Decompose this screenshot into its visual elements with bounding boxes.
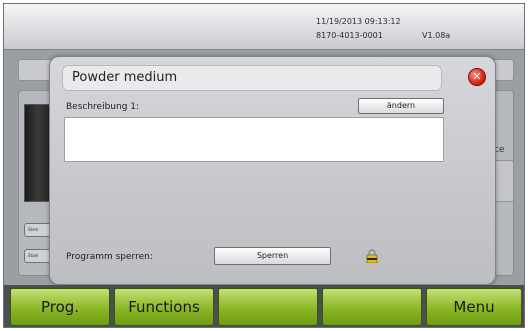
bottom-menu-bar: Prog. Functions Menu xyxy=(4,285,524,327)
description-field[interactable] xyxy=(64,117,444,162)
menu-button[interactable]: Menu xyxy=(426,288,522,326)
functions-button[interactable]: Functions xyxy=(114,288,214,326)
description-label: Beschreibung 1: xyxy=(66,102,140,112)
lock-program-label: Programm sperren: xyxy=(66,252,153,262)
program-dialog: Powder medium ✕ Beschreibung 1: ändern P… xyxy=(49,56,496,285)
device-id: 8170-4013-0001 xyxy=(316,31,383,40)
change-description-button[interactable]: ändern xyxy=(358,98,444,114)
empty-softkey-2[interactable] xyxy=(322,288,422,326)
hmi-screen: 11/19/2013 09:13:12 8170-4013-0001 V1.08… xyxy=(3,3,525,328)
version-label: V1.08a xyxy=(422,31,451,40)
prog-button[interactable]: Prog. xyxy=(10,288,110,326)
close-icon[interactable]: ✕ xyxy=(468,68,486,86)
status-header: 11/19/2013 09:13:12 8170-4013-0001 V1.08… xyxy=(4,4,524,50)
datetime-display: 11/19/2013 09:13:12 xyxy=(316,17,401,26)
padlock-icon xyxy=(366,249,378,263)
dialog-title: Powder medium xyxy=(62,65,442,91)
empty-softkey-1[interactable] xyxy=(218,288,318,326)
lock-program-button[interactable]: Sperren xyxy=(214,247,331,265)
